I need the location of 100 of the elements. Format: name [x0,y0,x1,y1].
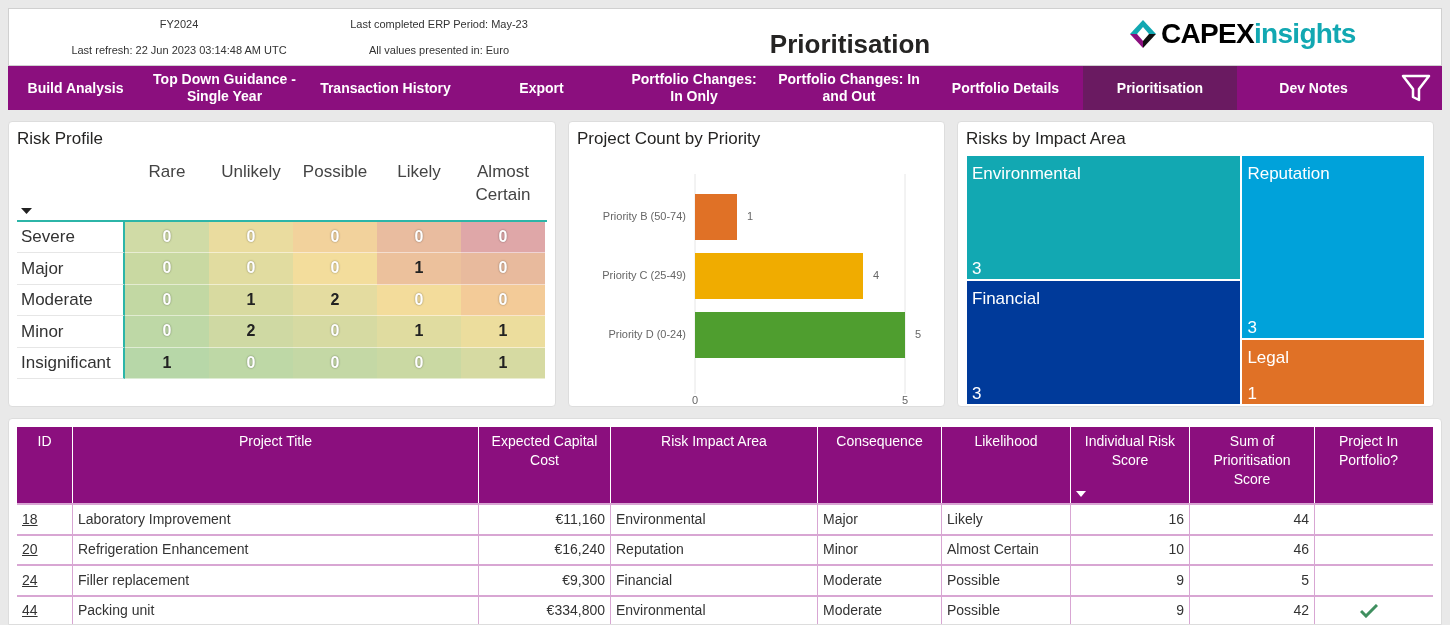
heatmap-cell: 1 [377,253,461,285]
table-cell-text: Environmental [616,601,707,621]
data-label: 4 [873,268,880,281]
axis-tick: 0 [691,393,699,404]
tile-value: 3 [972,383,983,404]
table-cell-text: €334,800 [545,601,605,621]
tile-label: Legal [1247,346,1290,369]
column-header: Consequence [836,432,923,451]
column-header: ID [37,432,52,451]
heatmap-cell: 0 [125,253,209,285]
heatmap-cell: 1 [461,316,545,348]
heatmap-cell: 0 [209,347,293,379]
column-header: Possible [302,160,368,183]
heatmap-cell: 0 [209,253,293,285]
table-cell-text: 5 [1300,570,1309,590]
tile-value: 3 [972,258,983,279]
heatmap-cell: 0 [461,284,545,316]
heatmap-cell: 0 [377,221,461,253]
panel-title: Risks by Impact Area [966,128,1127,150]
row-label: Insignificant [21,352,111,374]
heatmap-cell: 0 [293,316,377,348]
column-header: Individual Risk Score [1083,432,1177,470]
table-cell-text: 46 [1292,540,1309,560]
project-id-link[interactable]: 24 [22,569,38,591]
column-header: Likelihood [974,432,1038,451]
heatmap-cell: 0 [293,221,377,253]
table-cell-text: 9 [1175,570,1184,590]
heatmap-cell: 2 [293,284,377,316]
column-header: Likely [397,160,441,183]
tile-label: Reputation [1247,162,1331,185]
last-refresh: Last refresh: 22 Jun 2023 03:14:48 AM UTC [71,43,287,58]
tile-value: 1 [1247,383,1258,404]
table-cell-text: Possible [947,601,1001,621]
check-icon [1359,603,1378,618]
row-label: Minor [21,320,64,343]
table-cell-text: Major [823,509,859,529]
column-header: Project In Portfolio? [1337,432,1400,470]
heatmap-cell: 0 [377,347,461,379]
data-label: 5 [915,327,922,340]
data-label: 1 [747,209,754,222]
table-cell-text: Refrigeration Enhancement [78,540,250,560]
table-cell-text: 9 [1175,601,1184,621]
column-header: Rare [148,160,186,183]
category-label: Priority C (25-49) [602,268,686,281]
table-cell-text: 44 [1292,509,1309,529]
row-label: Severe [21,226,75,248]
logo-text: CAPEXinsights [1161,20,1356,48]
column-header: Expected Capital Cost [490,432,599,470]
project-id-link[interactable]: 44 [22,600,38,622]
tile-label: Financial [972,287,1042,310]
table-cell-text: Almost Certain [947,540,1040,560]
category-label: Priority B (50-74) [602,209,686,222]
table-cell-text: 42 [1292,601,1309,621]
heatmap-cell: 0 [125,284,209,316]
sort-arrow-icon[interactable] [1076,491,1086,497]
table-cell-text: Minor [823,540,859,560]
table-cell-text: Reputation [616,540,685,560]
nav-tab[interactable]: Prioritisation [1083,66,1237,110]
table-cell-text: €16,240 [553,540,605,560]
currency-note: All values presented in: Euro [369,43,509,58]
table-cell-text: Environmental [616,509,707,529]
project-id-link[interactable]: 20 [22,539,38,561]
heatmap-cell: 0 [377,284,461,316]
column-header: Project Title [238,432,313,451]
heatmap-cell: 0 [125,221,209,253]
panel-title: Project Count by Priority [577,128,762,150]
table-cell-text: €9,300 [561,570,605,590]
heatmap-cell: 2 [209,316,293,348]
heatmap-cell: 1 [125,347,209,379]
table-cell-text: Moderate [823,601,884,621]
table-cell-text: €11,160 [554,509,605,529]
logo-icon [1129,19,1157,49]
fiscal-year: FY2024 [159,16,199,32]
table-cell-text: 16 [1167,509,1184,529]
heatmap-cell: 1 [209,284,293,316]
table-cell-text: Packing unit [78,601,156,621]
row-label: Major [21,257,64,280]
tile-value: 3 [1247,317,1258,338]
column-header: Risk Impact Area [661,432,767,451]
table-cell-text: Financial [616,570,674,590]
heatmap-cell: 0 [125,316,209,348]
tile-label: Environmental [972,162,1082,185]
table-cell-text: 10 [1167,540,1184,560]
table-cell-text: Possible [947,570,1001,590]
row-label: Moderate [21,289,93,311]
sort-arrow-icon[interactable] [21,207,32,214]
column-header: Sum of Prioritisation Score [1212,432,1292,489]
table-cell-text: Likely [947,509,984,529]
heatmap-cell: 0 [293,347,377,379]
project-id-link[interactable]: 18 [22,508,38,530]
heatmap-cell: 1 [377,316,461,348]
filter-icon[interactable] [1401,73,1431,103]
erp-period: Last completed ERP Period: May-23 [350,16,528,32]
heatmap-cell: 0 [209,221,293,253]
table-cell-text: Moderate [823,570,884,590]
table-cell-text: Laboratory Improvement [78,509,232,529]
table-cell-text: Filler replacement [78,570,191,590]
heatmap-cell: 1 [461,347,545,379]
page-title: Prioritisation [769,27,931,61]
axis-tick: 5 [901,393,909,404]
